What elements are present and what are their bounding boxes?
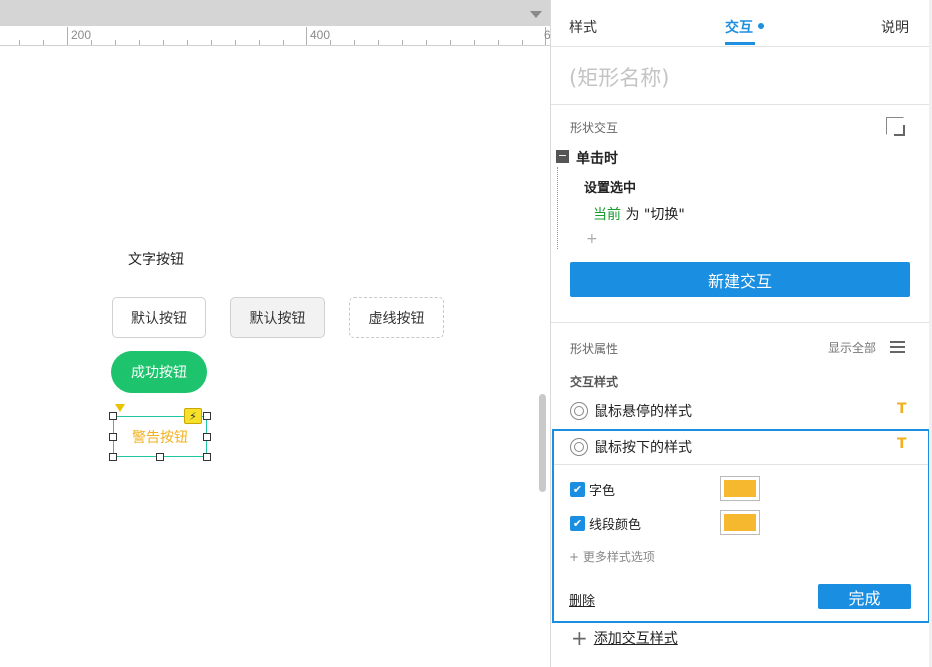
checkbox-checked-icon[interactable]: ✔: [570, 515, 585, 531]
action-detail[interactable]: 当前 为 "切换": [593, 204, 685, 224]
ruler-label-400: 400: [310, 28, 331, 42]
ruler-tick: [354, 40, 355, 45]
action-target: 当前: [593, 207, 621, 223]
tree-line: [557, 167, 558, 249]
checkbox-checked-icon[interactable]: ✔: [570, 481, 585, 497]
line-color-option[interactable]: ✔ 线段颜色: [570, 514, 642, 533]
ruler-tick: [450, 40, 451, 45]
resize-handle-se[interactable]: [203, 453, 211, 461]
mousedown-style-editor: 鼠标按下的样式 T ✔ 字色 ✔ 线段颜色 + 更多样式选项 删除 完成: [552, 429, 930, 623]
ruler-tick: [19, 40, 20, 45]
ruler-tick: [306, 27, 307, 45]
resize-handle-s[interactable]: [156, 453, 164, 461]
done-button[interactable]: 完成: [818, 584, 911, 609]
hover-style-label: 鼠标悬停的样式: [594, 404, 692, 420]
horizontal-ruler: 200 400 6: [0, 26, 551, 46]
dashed-button[interactable]: 虚线按钮: [349, 297, 444, 338]
menu-icon[interactable]: [890, 341, 905, 353]
delete-link[interactable]: 删除: [569, 590, 595, 609]
ruler-tick: [91, 40, 92, 45]
collapse-icon[interactable]: −: [556, 150, 569, 163]
shape-interactions-title: 形状交互: [570, 121, 619, 135]
ruler-tick: [330, 40, 331, 45]
active-dot-icon: [758, 23, 764, 29]
ruler-tick: [67, 27, 68, 45]
ruler-tick: [43, 40, 44, 45]
ruler-tick: [474, 40, 475, 45]
ruler-tick: [402, 40, 403, 45]
ruler-tick: [522, 40, 523, 45]
mousedown-style-label: 鼠标按下的样式: [594, 440, 692, 456]
ruler-tick: [163, 40, 164, 45]
tab-interaction[interactable]: 交互: [725, 17, 753, 37]
default-button-1[interactable]: 默认按钮: [112, 297, 206, 338]
inspector-panel: 样式 交互 说明 (矩形名称) 形状交互 − 单击时 设置选中 当前 为 "切换…: [551, 0, 932, 667]
ruler-tick: [498, 40, 499, 45]
ruler-tick: [115, 40, 116, 45]
default-button-2[interactable]: 默认按钮: [230, 297, 325, 338]
line-color-label: 线段颜色: [589, 517, 642, 533]
success-button[interactable]: 成功按钮: [111, 351, 207, 393]
tab-style[interactable]: 样式: [569, 17, 597, 37]
event-onclick[interactable]: 单击时: [576, 148, 618, 168]
line-color-swatch[interactable]: [720, 510, 760, 535]
ruler-tick: [235, 40, 236, 45]
add-action-icon[interactable]: +: [586, 231, 598, 247]
ruler-tick: [426, 40, 427, 45]
resize-handle-nw[interactable]: [109, 412, 117, 420]
swatch-fill: [724, 514, 756, 531]
menu-icon-line: [890, 351, 905, 353]
shape-name-input[interactable]: (矩形名称): [569, 62, 669, 92]
text-style-badge: T: [897, 401, 907, 417]
menu-icon-line: [890, 346, 905, 348]
divider: [554, 464, 928, 465]
add-interaction-style[interactable]: + 添加交互样式: [571, 628, 678, 648]
show-all-link[interactable]: 显示全部: [828, 339, 876, 356]
ruler-tick: [139, 40, 140, 45]
resize-handle-sw[interactable]: [109, 453, 117, 461]
font-color-swatch[interactable]: [720, 476, 760, 501]
ruler-tick: [378, 40, 379, 45]
font-color-option[interactable]: ✔ 字色: [570, 480, 616, 499]
inspector-tabs: 样式 交互 说明: [551, 0, 932, 47]
shape-properties-title: 形状属性: [570, 342, 619, 356]
font-color-label: 字色: [589, 483, 616, 499]
resize-handle-ne[interactable]: [203, 412, 211, 420]
target-icon: [570, 402, 588, 420]
hover-style-row[interactable]: 鼠标悬停的样式: [570, 400, 692, 422]
anchor-triangle-icon[interactable]: [115, 404, 125, 412]
add-interaction-style-label: 添加交互样式: [593, 631, 678, 647]
ruler-tick: [187, 40, 188, 45]
interaction-styles-title: 交互样式: [570, 375, 619, 389]
resize-handle-w[interactable]: [109, 433, 117, 441]
resize-handle-e[interactable]: [203, 433, 211, 441]
ruler-tick: [259, 40, 260, 45]
more-style-options-link[interactable]: + 更多样式选项: [569, 548, 655, 565]
ruler-tick: [211, 40, 212, 45]
chevron-down-icon[interactable]: [530, 11, 542, 18]
action-value: 为 "切换": [621, 207, 685, 223]
canvas-topbar: [0, 0, 550, 26]
divider: [551, 104, 932, 105]
divider: [551, 322, 932, 323]
active-tab-indicator: [725, 42, 755, 45]
canvas-scrollbar[interactable]: [539, 394, 546, 492]
swatch-fill: [724, 480, 756, 497]
menu-icon-line: [890, 341, 905, 343]
ruler-tick: [283, 40, 284, 45]
mousedown-style-row[interactable]: 鼠标按下的样式: [570, 436, 692, 458]
text-button-label[interactable]: 文字按钮: [128, 249, 184, 269]
lightning-icon[interactable]: ⚡: [184, 408, 202, 424]
tab-help[interactable]: 说明: [881, 17, 909, 37]
target-icon: [570, 438, 588, 456]
new-interaction-button[interactable]: 新建交互: [570, 262, 910, 297]
text-style-badge: T: [897, 436, 907, 452]
expand-corner-icon[interactable]: [886, 117, 905, 136]
plus-icon: +: [571, 626, 588, 650]
design-canvas[interactable]: 200 400 6 文字按钮 默认按钮 默认按钮 虚线按钮 成功按钮 警告按钮: [0, 0, 551, 667]
ruler-label-200: 200: [71, 28, 92, 42]
action-set-selected[interactable]: 设置选中: [584, 177, 636, 196]
